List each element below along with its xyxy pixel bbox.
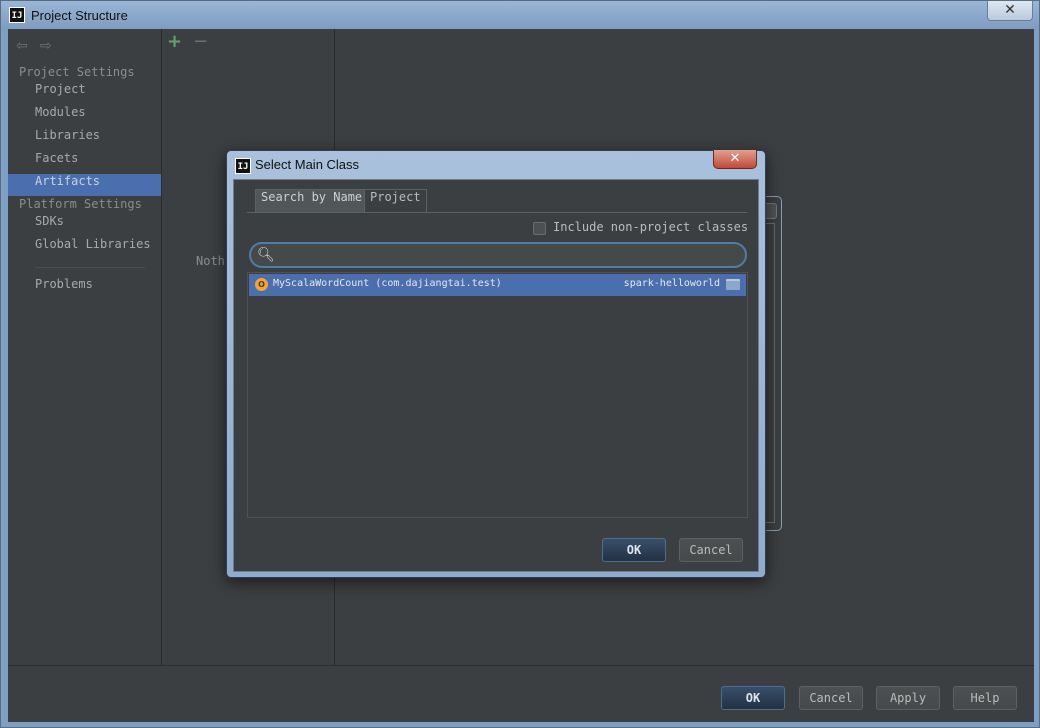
sidebar-item-sdks[interactable]: SDKs xyxy=(8,214,161,236)
result-class-name: MyScalaWordCount (com.dajiangtai.test) xyxy=(273,278,502,289)
select-main-class-dialog: IJ Select Main Class ✕ Search by Name Pr… xyxy=(226,150,766,578)
include-non-project-checkbox[interactable] xyxy=(533,222,546,235)
ok-button[interactable]: OK xyxy=(721,686,785,710)
help-button[interactable]: Help xyxy=(953,686,1017,710)
settings-sidebar: ⇦ ⇨ Project Settings Project Modules Lib… xyxy=(8,29,162,665)
sidebar-item-project[interactable]: Project xyxy=(8,82,161,104)
scala-object-icon: O xyxy=(255,278,268,291)
sidebar-item-problems[interactable]: Problems xyxy=(8,277,161,299)
back-arrow-icon[interactable]: ⇦ xyxy=(16,38,28,54)
dialog-title: Select Main Class xyxy=(255,157,360,172)
dialog-cancel-button[interactable]: Cancel xyxy=(679,538,743,562)
tab-underline xyxy=(247,212,747,213)
forward-arrow-icon[interactable]: ⇨ xyxy=(40,38,52,54)
class-search-input[interactable] xyxy=(279,246,739,264)
search-icon: 🔍︎ xyxy=(257,247,275,263)
intellij-dialog-icon: IJ xyxy=(235,158,251,174)
result-module-name: spark-helloworld xyxy=(623,278,720,289)
sidebar-item-global-libraries[interactable]: Global Libraries xyxy=(8,237,161,259)
intellij-app-icon: IJ xyxy=(9,7,25,23)
module-folder-icon xyxy=(726,279,740,290)
remove-artifact-minus-icon[interactable]: − xyxy=(193,31,208,52)
sidebar-item-artifacts[interactable]: Artifacts xyxy=(8,174,161,196)
add-artifact-plus-icon[interactable]: + xyxy=(167,31,182,52)
include-non-project-label[interactable]: Include non-project classes xyxy=(553,220,748,234)
platform-settings-header: Platform Settings xyxy=(19,197,142,211)
tab-project[interactable]: Project xyxy=(364,189,427,213)
sidebar-item-facets[interactable]: Facets xyxy=(8,151,161,173)
window-close-button[interactable]: ✕ xyxy=(987,1,1033,21)
window-footer: OK Cancel Apply Help xyxy=(8,665,1034,722)
class-search-field[interactable]: 🔍︎ xyxy=(249,242,747,268)
dialog-ok-button[interactable]: OK xyxy=(602,538,666,562)
sidebar-item-modules[interactable]: Modules xyxy=(8,105,161,127)
list-item[interactable]: O MyScalaWordCount (com.dajiangtai.test)… xyxy=(249,274,746,296)
window-title-bar[interactable]: IJ Project Structure ✕ xyxy=(1,1,1039,29)
project-settings-header: Project Settings xyxy=(19,65,135,79)
cancel-button[interactable]: Cancel xyxy=(799,686,863,710)
class-results-list[interactable]: O MyScalaWordCount (com.dajiangtai.test)… xyxy=(247,272,748,518)
dialog-body: Search by Name Project Include non-proje… xyxy=(233,179,759,572)
tab-search-by-name[interactable]: Search by Name xyxy=(255,189,369,213)
sidebar-divider xyxy=(35,267,145,268)
empty-artifacts-text: Noth xyxy=(196,254,225,268)
apply-button[interactable]: Apply xyxy=(876,686,940,710)
dialog-close-button[interactable]: ✕ xyxy=(713,150,757,169)
window-title: Project Structure xyxy=(31,8,128,23)
sidebar-item-libraries[interactable]: Libraries xyxy=(8,128,161,150)
